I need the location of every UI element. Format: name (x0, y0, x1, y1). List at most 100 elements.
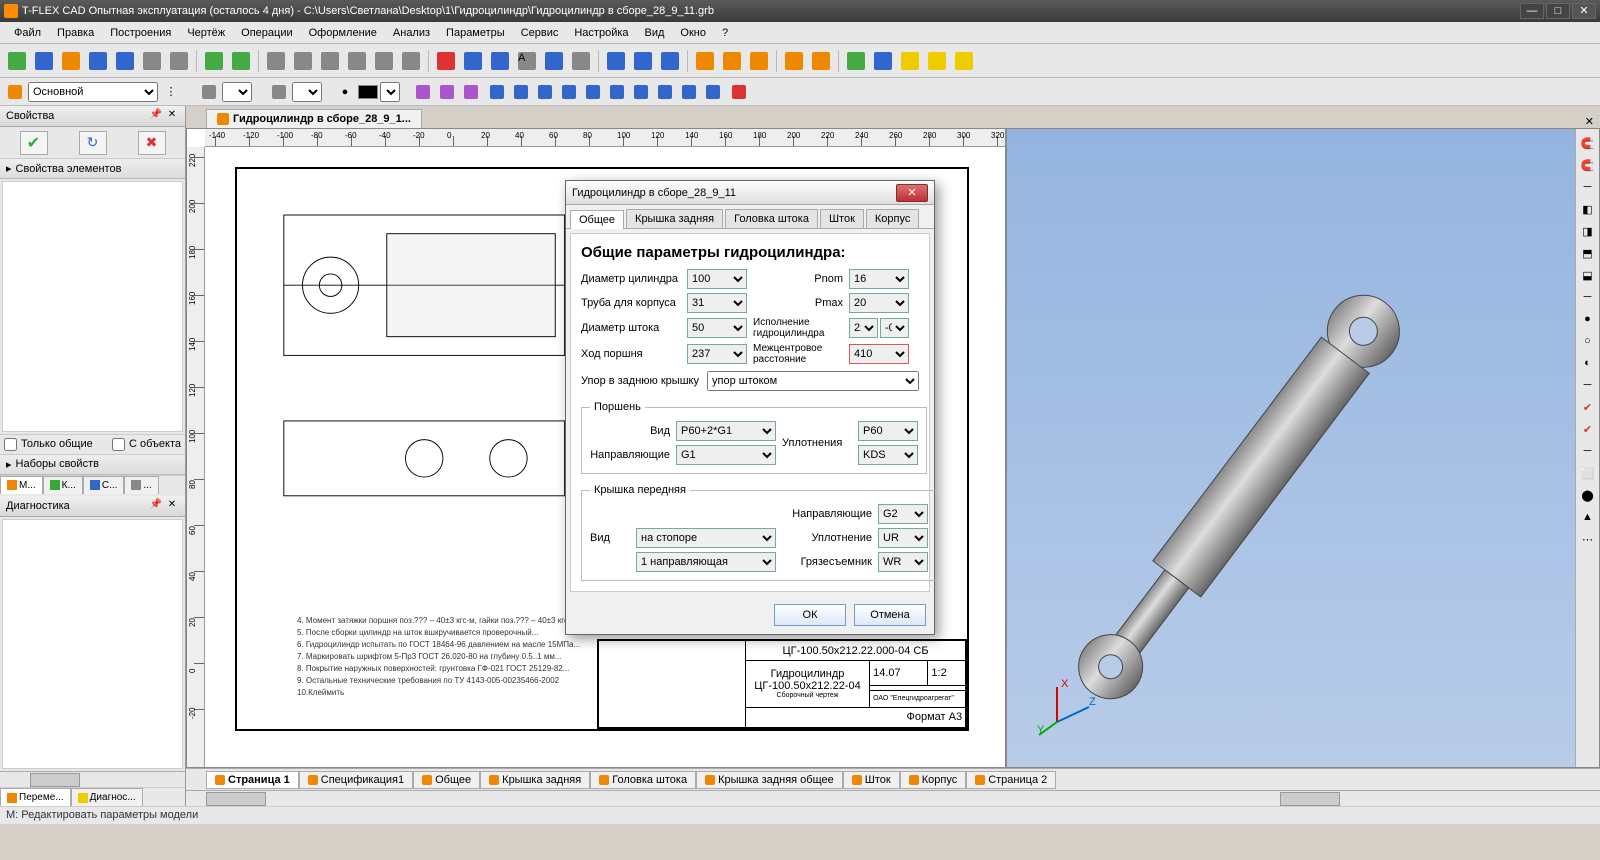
tree-tab[interactable]: М... (0, 476, 43, 494)
layer-mgr[interactable]: ⋮ (160, 81, 182, 103)
dialog-tab[interactable]: Общее (570, 210, 624, 229)
exec-select[interactable]: 22 (849, 318, 878, 338)
tree-tab[interactable]: ... (124, 476, 158, 494)
linetype-icon[interactable] (198, 81, 220, 103)
dialog-tab[interactable]: Крышка задняя (626, 209, 723, 228)
tb-export[interactable] (166, 48, 192, 74)
left-scrollbar[interactable] (0, 771, 185, 787)
tb-insert[interactable] (603, 48, 629, 74)
measure-icon[interactable] (728, 81, 750, 103)
minimize-button[interactable]: — (1520, 3, 1544, 19)
rod-dia-select[interactable]: 50 (687, 318, 747, 338)
front-guides-select[interactable]: G2 (878, 504, 928, 524)
piston-seal1-select[interactable]: P60 (858, 421, 918, 441)
rtb-view3[interactable]: ⬒ (1578, 243, 1598, 263)
exec-suffix-select[interactable]: -04 (880, 318, 909, 338)
tb-bom2[interactable] (808, 48, 834, 74)
lineweight-icon[interactable] (268, 81, 290, 103)
snap-1[interactable] (486, 81, 508, 103)
tb-x1[interactable] (412, 81, 434, 103)
page-tab[interactable]: Корпус (900, 771, 966, 789)
menu-чертёж[interactable]: Чертёж (179, 25, 233, 41)
tb-dimension[interactable] (568, 48, 594, 74)
linetype-selector[interactable] (222, 82, 252, 102)
front-count-select[interactable]: 1 направляющая (636, 552, 776, 572)
close-button[interactable]: ✕ (1572, 3, 1596, 19)
lineweight-selector[interactable] (292, 82, 322, 102)
3d-viewport[interactable]: X Z Y 🧲 🧲 ─ ◧ ◨ ⬒ ⬓ ─ ● ○ ◐ ─ (1006, 128, 1600, 768)
ok-button[interactable]: ОК (774, 604, 846, 626)
snap-2[interactable] (510, 81, 532, 103)
tb-line[interactable] (263, 48, 289, 74)
sets-header[interactable]: ▸ Наборы свойств (0, 455, 185, 475)
tb-sketch[interactable] (433, 48, 459, 74)
menu-построения[interactable]: Построения (102, 25, 179, 41)
menu-вид[interactable]: Вид (637, 25, 673, 41)
menu-файл[interactable]: Файл (6, 25, 49, 41)
tb-ellipse[interactable] (317, 48, 343, 74)
tb-grid[interactable] (870, 48, 896, 74)
menu-сервис[interactable]: Сервис (513, 25, 567, 41)
left-bottom-tab[interactable]: Диагнос... (71, 788, 143, 806)
stroke-select[interactable]: 237 (687, 344, 747, 364)
tb-save[interactable] (85, 48, 111, 74)
doc-close-icon[interactable]: ✕ (1585, 115, 1594, 128)
tb-x2[interactable] (436, 81, 458, 103)
rtb-view4[interactable]: ⬓ (1578, 265, 1598, 285)
tb-circle[interactable] (290, 48, 316, 74)
tb-redo[interactable] (228, 48, 254, 74)
piston-seal2-select[interactable]: KDS (858, 445, 918, 465)
tb-table[interactable] (897, 48, 923, 74)
props-refresh-button[interactable]: ↻ (79, 131, 107, 155)
menu-оформление[interactable]: Оформление (301, 25, 385, 41)
snap-5[interactable] (582, 81, 604, 103)
tb-3d3[interactable] (746, 48, 772, 74)
doc-scrollbar-h[interactable] (186, 790, 1600, 806)
rtb-magnet2-icon[interactable]: 🧲 (1578, 155, 1598, 175)
only-general-checkbox[interactable] (4, 438, 17, 451)
document-tab[interactable]: Гидроцилиндр в сборе_28_9_1... (206, 109, 422, 128)
tb-fragment[interactable] (630, 48, 656, 74)
centerdist-select[interactable]: 410 (849, 344, 909, 364)
menu-настройка[interactable]: Настройка (566, 25, 636, 41)
page-tab[interactable]: Страница 1 (206, 771, 299, 789)
props-elements-header[interactable]: ▸ Свойства элементов (0, 159, 185, 179)
color-swatch[interactable] (358, 85, 378, 99)
menu-параметры[interactable]: Параметры (438, 25, 513, 41)
tb-spline[interactable] (344, 48, 370, 74)
tb-hatch[interactable] (460, 48, 486, 74)
dialog-tab[interactable]: Корпус (866, 209, 919, 228)
tb-3d1[interactable] (692, 48, 718, 74)
dialog-tab[interactable]: Головка штока (725, 209, 818, 228)
page-tab[interactable]: Страница 2 (966, 771, 1056, 789)
menu-операции[interactable]: Операции (233, 25, 300, 41)
color-icon[interactable]: ● (334, 81, 356, 103)
tb-path[interactable] (398, 48, 424, 74)
front-seal-select[interactable]: UR (878, 528, 928, 548)
tb-x3[interactable] (460, 81, 482, 103)
tb-open[interactable] (58, 48, 84, 74)
panel-close-icon[interactable]: ✕ (165, 109, 179, 123)
tb-3d2[interactable] (719, 48, 745, 74)
layer-selector[interactable]: Основной (28, 82, 158, 102)
tb-print[interactable] (139, 48, 165, 74)
layer-icon[interactable] (4, 81, 26, 103)
piston-guide-select[interactable]: G1 (676, 445, 776, 465)
page-tab[interactable]: Крышка задняя общее (696, 771, 843, 789)
tb-check[interactable] (843, 48, 869, 74)
with-objects-checkbox[interactable] (112, 438, 125, 451)
snap-7[interactable] (630, 81, 652, 103)
page-tab[interactable]: Шток (843, 771, 900, 789)
menu-правка[interactable]: Правка (49, 25, 102, 41)
rtb-shade3[interactable]: ◐ (1578, 353, 1598, 373)
page-tab[interactable]: Общее (413, 771, 480, 789)
tb-bom[interactable] (781, 48, 807, 74)
panel-pin-icon[interactable]: 📌 (149, 109, 163, 123)
diag-pin-icon[interactable]: 📌 (149, 499, 163, 513)
rtb-cone-icon[interactable]: ▲ (1578, 507, 1598, 527)
tree-tab[interactable]: К... (43, 476, 83, 494)
props-apply-button[interactable]: ✔ (20, 131, 48, 155)
pmax-select[interactable]: 20 (849, 293, 909, 313)
rtb-view1[interactable]: ◧ (1578, 199, 1598, 219)
color-selector[interactable] (380, 82, 400, 102)
